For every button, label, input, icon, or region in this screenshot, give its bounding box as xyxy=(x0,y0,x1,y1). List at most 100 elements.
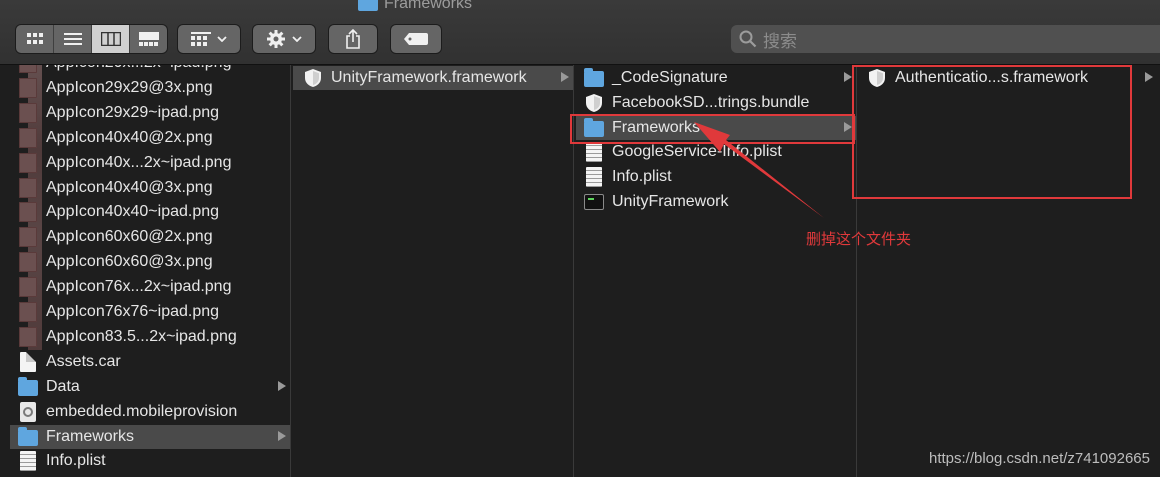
plist-file-icon xyxy=(18,451,38,472)
window-title: Frameworks xyxy=(358,0,472,14)
folder-icon xyxy=(358,0,378,11)
image-file-icon xyxy=(18,326,38,347)
image-file-icon xyxy=(18,65,38,73)
file-row[interactable]: AppIcon40x40~ipad.png xyxy=(10,200,290,224)
list-view-button[interactable] xyxy=(54,25,92,53)
bundle-icon xyxy=(584,93,604,113)
disclosure-arrow-icon xyxy=(278,430,286,441)
terminal-exec-icon xyxy=(584,192,604,212)
file-row[interactable]: Info.plist xyxy=(10,449,290,473)
plist-file-icon xyxy=(584,142,604,163)
share-icon xyxy=(346,29,360,49)
file-name: Data xyxy=(46,377,80,395)
file-row[interactable]: AppIcon29x29@3x.png xyxy=(10,76,290,100)
folder-row[interactable]: Frameworks xyxy=(10,424,290,449)
annotation-text: 删掉这个文件夹 xyxy=(806,230,912,248)
gear-icon xyxy=(267,30,285,48)
disclosure-arrow-icon xyxy=(561,72,569,82)
column-1[interactable]: AppIcon20x...2x~ipad.png AppIcon29x29@3x.… xyxy=(0,65,290,477)
chevron-down-icon xyxy=(217,36,227,42)
window-title-text: Frameworks xyxy=(384,0,473,12)
file-name: AppIcon29x29@3x.png xyxy=(46,78,213,96)
file-name: AppIcon40x40@3x.png xyxy=(46,178,213,196)
finder-toolbar: Frameworks 搜索 xyxy=(0,0,1160,65)
share-button[interactable] xyxy=(329,25,377,53)
disclosure-arrow-icon xyxy=(844,72,852,82)
search-icon xyxy=(739,30,757,48)
columns-icon xyxy=(100,32,121,46)
action-menu-button[interactable] xyxy=(253,25,315,53)
disclosure-arrow-icon xyxy=(844,121,852,132)
file-name: Frameworks xyxy=(46,427,135,445)
file-name: FacebookSD...trings.bundle xyxy=(612,93,810,111)
file-name: AppIcon83.5...2x~ipad.png xyxy=(46,327,237,345)
file-row[interactable]: AppIcon40x40@2x.png xyxy=(10,126,290,150)
gallery-icon xyxy=(138,32,159,46)
image-file-icon xyxy=(18,152,38,173)
icon-view-button[interactable] xyxy=(16,25,54,53)
search-field[interactable]: 搜索 xyxy=(731,25,1160,53)
column-view-button[interactable] xyxy=(92,25,130,53)
file-row[interactable]: UnityFramework.framework xyxy=(293,66,573,90)
file-name: AppIcon20x...2x~ipad.png xyxy=(46,65,231,72)
image-file-icon xyxy=(18,227,38,248)
image-file-icon xyxy=(18,252,38,273)
file-row[interactable]: AppIcon20x...2x~ipad.png xyxy=(10,65,290,75)
file-name: AppIcon40x40~ipad.png xyxy=(46,203,220,221)
chevron-down-icon xyxy=(292,36,302,42)
file-row[interactable]: embedded.mobileprovision xyxy=(10,400,290,424)
image-file-icon xyxy=(18,202,38,223)
image-file-icon xyxy=(18,77,38,98)
file-name: AppIcon60x60@3x.png xyxy=(46,253,213,271)
file-name: AppIcon40x...2x~ipad.png xyxy=(46,153,232,171)
file-name: embedded.mobileprovision xyxy=(46,402,238,420)
tags-button[interactable] xyxy=(391,25,441,53)
disclosure-arrow-icon xyxy=(1145,72,1153,82)
file-row[interactable]: AppIcon40x40@3x.png xyxy=(10,176,290,200)
plist-file-icon xyxy=(584,167,604,188)
framework-icon xyxy=(303,68,323,88)
file-name: AppIcon76x76~ipad.png xyxy=(46,303,220,320)
folder-icon xyxy=(18,376,38,397)
image-file-icon xyxy=(18,302,38,322)
file-row[interactable]: AppIcon76x76~ipad.png xyxy=(10,300,290,324)
image-file-icon xyxy=(18,177,38,198)
file-row[interactable]: AppIcon40x...2x~ipad.png xyxy=(10,151,290,175)
file-name: AppIcon76x...2x~ipad.png xyxy=(46,278,232,296)
file-row[interactable]: AppIcon83.5...2x~ipad.png xyxy=(10,325,290,349)
file-name: UnityFramework.framework xyxy=(331,69,527,86)
column-2[interactable]: UnityFramework.framework xyxy=(291,65,573,477)
file-name: AppIcon40x40@2x.png xyxy=(46,128,213,146)
disclosure-arrow-icon xyxy=(278,380,286,391)
folder-icon xyxy=(584,68,604,88)
file-row[interactable]: AppIcon29x29~ipad.png xyxy=(10,101,290,125)
watermark: https://blog.csdn.net/z741092665 xyxy=(928,450,1150,467)
image-file-icon xyxy=(18,102,38,123)
column-4[interactable]: Authenticatio...s.framework xyxy=(857,65,1160,477)
group-grid-icon xyxy=(191,32,211,46)
folder-icon xyxy=(18,426,38,447)
image-file-icon xyxy=(18,277,38,298)
framework-icon xyxy=(867,68,887,88)
folder-row[interactable]: _CodeSignature xyxy=(576,66,856,90)
file-row[interactable]: AppIcon76x...2x~ipad.png xyxy=(10,275,290,299)
file-name: Authenticatio...s.framework xyxy=(895,69,1088,86)
folder-row[interactable]: Data xyxy=(10,375,290,399)
folder-icon xyxy=(584,117,604,138)
file-name: Frameworks xyxy=(612,118,701,136)
search-placeholder: 搜索 xyxy=(763,31,797,51)
file-name: AppIcon60x60@2x.png xyxy=(46,228,213,246)
list-icon xyxy=(63,33,82,45)
document-icon xyxy=(18,351,38,372)
group-by-button[interactable] xyxy=(178,25,240,53)
view-mode-switcher xyxy=(16,25,167,53)
gallery-view-button[interactable] xyxy=(130,25,167,53)
file-row[interactable]: FacebookSD...trings.bundle xyxy=(576,91,856,115)
file-name: Info.plist xyxy=(46,452,106,470)
file-row[interactable]: AppIcon60x60@3x.png xyxy=(10,250,290,274)
grid-icon xyxy=(26,33,43,44)
file-row[interactable]: Assets.car xyxy=(10,350,290,374)
file-row[interactable]: AppIcon60x60@2x.png xyxy=(10,225,290,249)
file-row[interactable]: Authenticatio...s.framework xyxy=(859,66,1157,90)
tag-icon xyxy=(404,33,428,45)
